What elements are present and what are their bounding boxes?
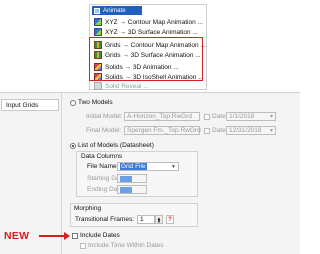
include-dates-option[interactable]: Include Dates: [72, 232, 120, 239]
initial-date-value: 1/1/2018: [229, 113, 255, 120]
calendar-icon[interactable]: ▾: [270, 127, 273, 134]
starting-date-select[interactable]: [117, 174, 147, 183]
final-model-label: Final Model:: [86, 127, 122, 134]
morphing-heading: Morphing: [74, 205, 102, 212]
xyz-contour-icon: [94, 18, 102, 26]
ending-date-select[interactable]: [117, 185, 147, 194]
ending-date-label: Ending Date:: [87, 186, 125, 193]
animate-menu-header[interactable]: Animate: [92, 6, 142, 15]
chevron-down-icon: ▼: [171, 163, 176, 170]
transitional-frames-label: Transitional Frames:: [75, 216, 134, 223]
new-annotation-label: NEW: [4, 230, 30, 242]
frames-spinner[interactable]: ▲ ▼: [155, 215, 163, 224]
final-date-value: 12/31/2018: [229, 127, 262, 134]
include-time-option[interactable]: Include Time Within Dates: [80, 242, 164, 249]
help-button[interactable]: ?: [166, 215, 174, 224]
final-model-row: Final Model: Spergen Fm._Top.RwGrd Date:…: [86, 126, 276, 135]
initial-date-checkbox[interactable]: [204, 113, 210, 120]
solid-reveal-icon: [94, 82, 102, 90]
initial-model-field[interactable]: A-Horizon_Top.RwGrd: [124, 112, 200, 121]
file-name-label: File Name:: [87, 163, 119, 170]
xyz-surface-icon: [94, 28, 102, 36]
initial-model-row: Initial Model: A-Horizon_Top.RwGrd Date:…: [86, 112, 276, 121]
animation-dialog: Input Grids Two Models Initial Model: A-…: [0, 92, 300, 254]
list-of-models-label: List of Models (Datasheet): [78, 142, 154, 149]
menu-item-xyz-surface[interactable]: XYZ → 3D Surface Animation ...: [94, 27, 206, 37]
list-of-models-option[interactable]: List of Models (Datasheet): [70, 142, 154, 149]
menu-item-label: XYZ → Contour Map Animation ...: [105, 18, 203, 26]
initial-date-label: Date:: [212, 113, 228, 120]
final-date-label: Date:: [212, 127, 228, 134]
menu-item-label: Solid Reveal ...: [105, 82, 149, 90]
final-date-checkbox[interactable]: [204, 127, 210, 134]
starting-date-label: Starting Date:: [87, 175, 127, 182]
tab-input-grids[interactable]: Input Grids: [1, 99, 59, 111]
two-models-radio[interactable]: [70, 99, 76, 106]
ending-date-selection: [120, 186, 132, 193]
calendar-icon[interactable]: ▾: [270, 113, 273, 120]
input-grids-panel: Two Models Initial Model: A-Horizon_Top.…: [66, 93, 300, 254]
tab-label: Input Grids: [6, 101, 39, 109]
file-name-value: Grid File: [120, 163, 147, 170]
arrow-right-icon: [64, 232, 70, 240]
include-dates-label: Include Dates: [80, 232, 120, 239]
initial-model-label: Initial Model:: [86, 113, 123, 120]
animate-menu-title: Animate: [103, 7, 126, 14]
ending-date-row: Ending Date:: [87, 185, 147, 194]
final-date-field[interactable]: 12/31/2018 ▾: [226, 126, 276, 135]
transitional-frames-input[interactable]: 1: [137, 215, 155, 224]
menu-item-label: XYZ → 3D Surface Animation ...: [105, 28, 198, 36]
data-columns-group: Data Columns File Name: Grid File ▼ Start…: [76, 151, 198, 197]
data-columns-heading: Data Columns: [81, 153, 123, 160]
final-model-field[interactable]: Spergen Fm._Top.RwGrd: [124, 126, 201, 135]
initial-date-field[interactable]: 1/1/2018 ▾: [226, 112, 276, 121]
menu-item-solid-reveal: Solid Reveal ...: [94, 81, 206, 91]
animate-icon: [94, 7, 100, 14]
include-time-label: Include Time Within Dates: [88, 242, 164, 249]
highlight-box: [89, 37, 203, 81]
two-models-option[interactable]: Two Models: [70, 99, 113, 106]
starting-date-row: Starting Date:: [87, 174, 147, 183]
two-models-label: Two Models: [78, 99, 113, 106]
transitional-frames-row: Transitional Frames: 1 ▲ ▼ ?: [75, 215, 174, 224]
starting-date-selection: [120, 175, 132, 182]
file-name-row: File Name: Grid File ▼: [87, 162, 179, 171]
menu-item-xyz-contour[interactable]: XYZ → Contour Map Animation ...: [94, 17, 206, 27]
new-arrow-line: [39, 235, 67, 237]
morphing-group: Morphing Transitional Frames: 1 ▲ ▼ ?: [70, 203, 198, 227]
include-dates-checkbox[interactable]: [72, 232, 78, 239]
list-of-models-radio[interactable]: [70, 142, 76, 149]
file-name-select[interactable]: Grid File ▼: [117, 162, 179, 171]
include-time-checkbox[interactable]: [80, 242, 86, 249]
